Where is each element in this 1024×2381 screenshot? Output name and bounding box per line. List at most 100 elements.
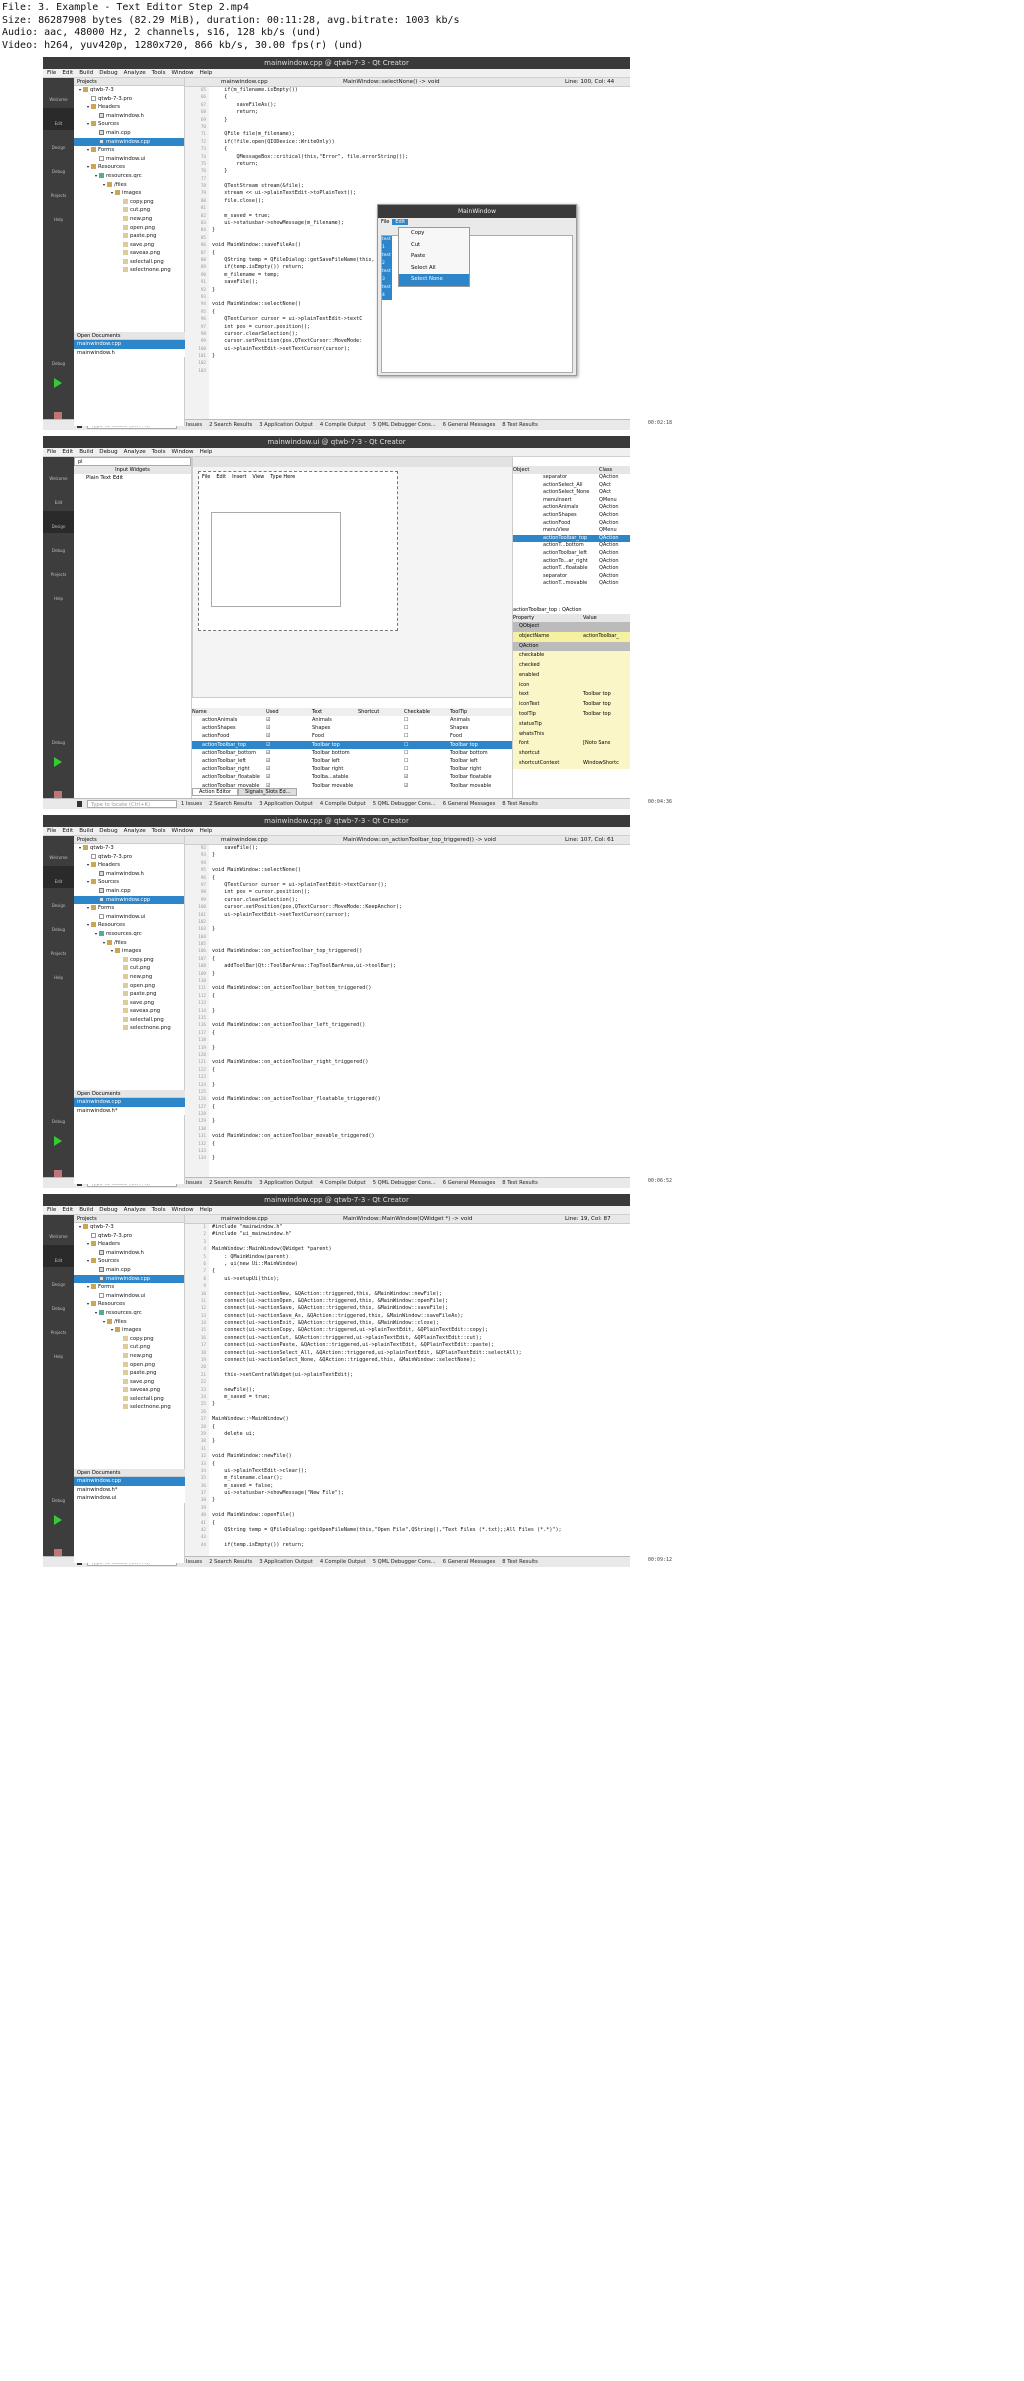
- checkable-checkbox[interactable]: ☐: [404, 757, 450, 765]
- property-row[interactable]: checked: [513, 661, 630, 671]
- output-pane-1[interactable]: 1 Issues: [181, 801, 202, 807]
- used-checkbox[interactable]: ☑: [266, 765, 312, 773]
- menu-file[interactable]: File: [47, 828, 56, 834]
- output-pane-5[interactable]: 5 QML Debugger Cons...: [373, 422, 436, 428]
- tree-item[interactable]: ▾ images: [74, 189, 184, 198]
- mode-edit[interactable]: Edit: [43, 1245, 74, 1267]
- tree-item[interactable]: main.cpp: [74, 1266, 184, 1275]
- tab-signals-slots[interactable]: Signals_Slots Ed...: [238, 788, 298, 796]
- tree-item[interactable]: saveas.png: [74, 1386, 184, 1395]
- tree-item[interactable]: qtwb-7-3.pro: [74, 95, 184, 104]
- tree-item[interactable]: selectnone.png: [74, 266, 184, 275]
- property-row[interactable]: iconText Toolbar top: [513, 700, 630, 711]
- property-row[interactable]: toolTip Toolbar top: [513, 710, 630, 720]
- checkable-checkbox[interactable]: ☐: [404, 716, 450, 724]
- tree-item[interactable]: ▾ Resources: [74, 163, 184, 172]
- output-pane-3[interactable]: 3 Application Output: [259, 801, 313, 807]
- open-document-item[interactable]: mainwindow.h*: [74, 1107, 185, 1116]
- menu-debug[interactable]: Debug: [99, 828, 117, 834]
- output-pane-7[interactable]: 8 Test Results: [502, 422, 538, 428]
- mode-welcome[interactable]: Welcome: [43, 84, 74, 106]
- output-pane-5[interactable]: 5 QML Debugger Cons...: [373, 1180, 436, 1186]
- open-document-item[interactable]: mainwindow.h*: [74, 1486, 185, 1495]
- output-pane-5[interactable]: 5 QML Debugger Cons...: [373, 1559, 436, 1565]
- menu-analyze[interactable]: Analyze: [124, 449, 146, 455]
- menu-tools[interactable]: Tools: [152, 1207, 166, 1213]
- tree-item[interactable]: mainwindow.ui: [74, 1292, 184, 1301]
- open-document-item[interactable]: mainwindow.ui: [74, 1494, 185, 1503]
- menu-item[interactable]: Cut: [399, 240, 469, 252]
- menu-window[interactable]: Window: [172, 1207, 194, 1213]
- mode-debug[interactable]: Debug: [43, 914, 74, 936]
- plain-text-edit-widget[interactable]: Plain Text Edit: [74, 474, 191, 483]
- output-pane-4[interactable]: 4 Compile Output: [320, 801, 366, 807]
- menu-file[interactable]: File: [47, 70, 56, 76]
- menu-edit[interactable]: Edit: [62, 828, 73, 834]
- tree-item[interactable]: open.png: [74, 224, 184, 233]
- tree-item[interactable]: ▾/files: [74, 181, 184, 190]
- tree-item[interactable]: ▾/files: [74, 1318, 184, 1327]
- object-row[interactable]: actionTo...ar_right QAction: [513, 558, 630, 566]
- menu-help[interactable]: Help: [200, 70, 213, 76]
- plain-text-edit[interactable]: [211, 512, 341, 607]
- tree-item[interactable]: new.png: [74, 973, 184, 982]
- form-menu-item[interactable]: Edit: [213, 474, 229, 480]
- open-document-item[interactable]: mainwindow.cpp: [74, 1098, 185, 1107]
- checkable-checkbox[interactable]: ☐: [404, 724, 450, 732]
- used-checkbox[interactable]: ☑: [266, 724, 312, 732]
- action-row[interactable]: actionShapes ☑ Shapes ☐ Shapes: [192, 724, 512, 732]
- menu-debug[interactable]: Debug: [99, 70, 117, 76]
- open-document-item[interactable]: mainwindow.cpp: [74, 1477, 185, 1486]
- mode-debug[interactable]: Debug: [43, 1293, 74, 1315]
- tree-item[interactable]: qtwb-7-3.pro: [74, 853, 184, 862]
- tree-item[interactable]: selectall.png: [74, 258, 184, 267]
- menu-help[interactable]: Help: [200, 828, 213, 834]
- tree-item[interactable]: ▾ Headers: [74, 1240, 184, 1249]
- checkable-checkbox[interactable]: ☐: [404, 732, 450, 740]
- code-editor[interactable]: #include "mainwindow.h" #include "ui_main…: [212, 1224, 622, 1556]
- run-icon[interactable]: [54, 1136, 62, 1146]
- mode-debug[interactable]: Debug: [43, 535, 74, 557]
- form-menu-item[interactable]: File: [199, 474, 213, 480]
- output-pane-7[interactable]: 8 Test Results: [502, 1180, 538, 1186]
- dialog-menu-edit[interactable]: Edit: [392, 219, 409, 225]
- object-row[interactable]: actionAnimals QAction: [513, 504, 630, 512]
- mode-edit[interactable]: Edit: [43, 487, 74, 509]
- menu-debug[interactable]: Debug: [99, 1207, 117, 1213]
- mode-projects[interactable]: Projects: [43, 559, 74, 581]
- output-pane-5[interactable]: 5 QML Debugger Cons...: [373, 801, 436, 807]
- action-row[interactable]: actionToolbar_left ☑ Toolbar left ☐ Toolbar …: [192, 757, 512, 765]
- tree-item[interactable]: ▾ qtwb-7-3: [74, 86, 184, 95]
- mode-design[interactable]: Design: [43, 890, 74, 912]
- tree-item[interactable]: open.png: [74, 982, 184, 991]
- menu-item[interactable]: Paste: [399, 251, 469, 263]
- action-row[interactable]: actionAnimals ☑ Animals ☐ Animals: [192, 716, 512, 724]
- mode-edit[interactable]: Edit: [43, 866, 74, 888]
- object-row[interactable]: menuInsert QMenu: [513, 497, 630, 505]
- menu-file[interactable]: File: [47, 1207, 56, 1213]
- tree-item[interactable]: cut.png: [74, 206, 184, 215]
- tree-item[interactable]: mainwindow.ui: [74, 155, 184, 164]
- output-pane-6[interactable]: 6 General Messages: [443, 801, 495, 807]
- run-target[interactable]: Debug: [43, 348, 74, 370]
- used-checkbox[interactable]: ☑: [266, 749, 312, 757]
- mode-welcome[interactable]: Welcome: [43, 463, 74, 485]
- property-row[interactable]: font [Noto Sans: [513, 739, 630, 750]
- tree-item[interactable]: ▾ Forms: [74, 904, 184, 913]
- property-row[interactable]: objectName actionToolbar_: [513, 631, 630, 642]
- checkable-checkbox[interactable]: ☐: [404, 749, 450, 757]
- action-row[interactable]: actionToolbar_floatable ☑ Toolba...atable ☑…: [192, 773, 512, 781]
- tree-item[interactable]: ▾ qtwb-7-3: [74, 1223, 184, 1232]
- output-pane-3[interactable]: 3 Application Output: [259, 1559, 313, 1565]
- mode-design[interactable]: Design: [43, 132, 74, 154]
- used-checkbox[interactable]: ☑: [266, 732, 312, 740]
- mode-projects[interactable]: Projects: [43, 1317, 74, 1339]
- tree-item[interactable]: ▾ Sources: [74, 120, 184, 129]
- mode-help[interactable]: Help: [43, 583, 74, 605]
- tree-item[interactable]: saveas.png: [74, 249, 184, 258]
- file-tab[interactable]: mainwindow.cpp: [221, 78, 268, 86]
- tree-item[interactable]: copy.png: [74, 1335, 184, 1344]
- object-row[interactable]: actionT...floatable QAction: [513, 565, 630, 573]
- open-document-item[interactable]: mainwindow.h: [74, 349, 185, 358]
- tree-item[interactable]: ▾ Headers: [74, 103, 184, 112]
